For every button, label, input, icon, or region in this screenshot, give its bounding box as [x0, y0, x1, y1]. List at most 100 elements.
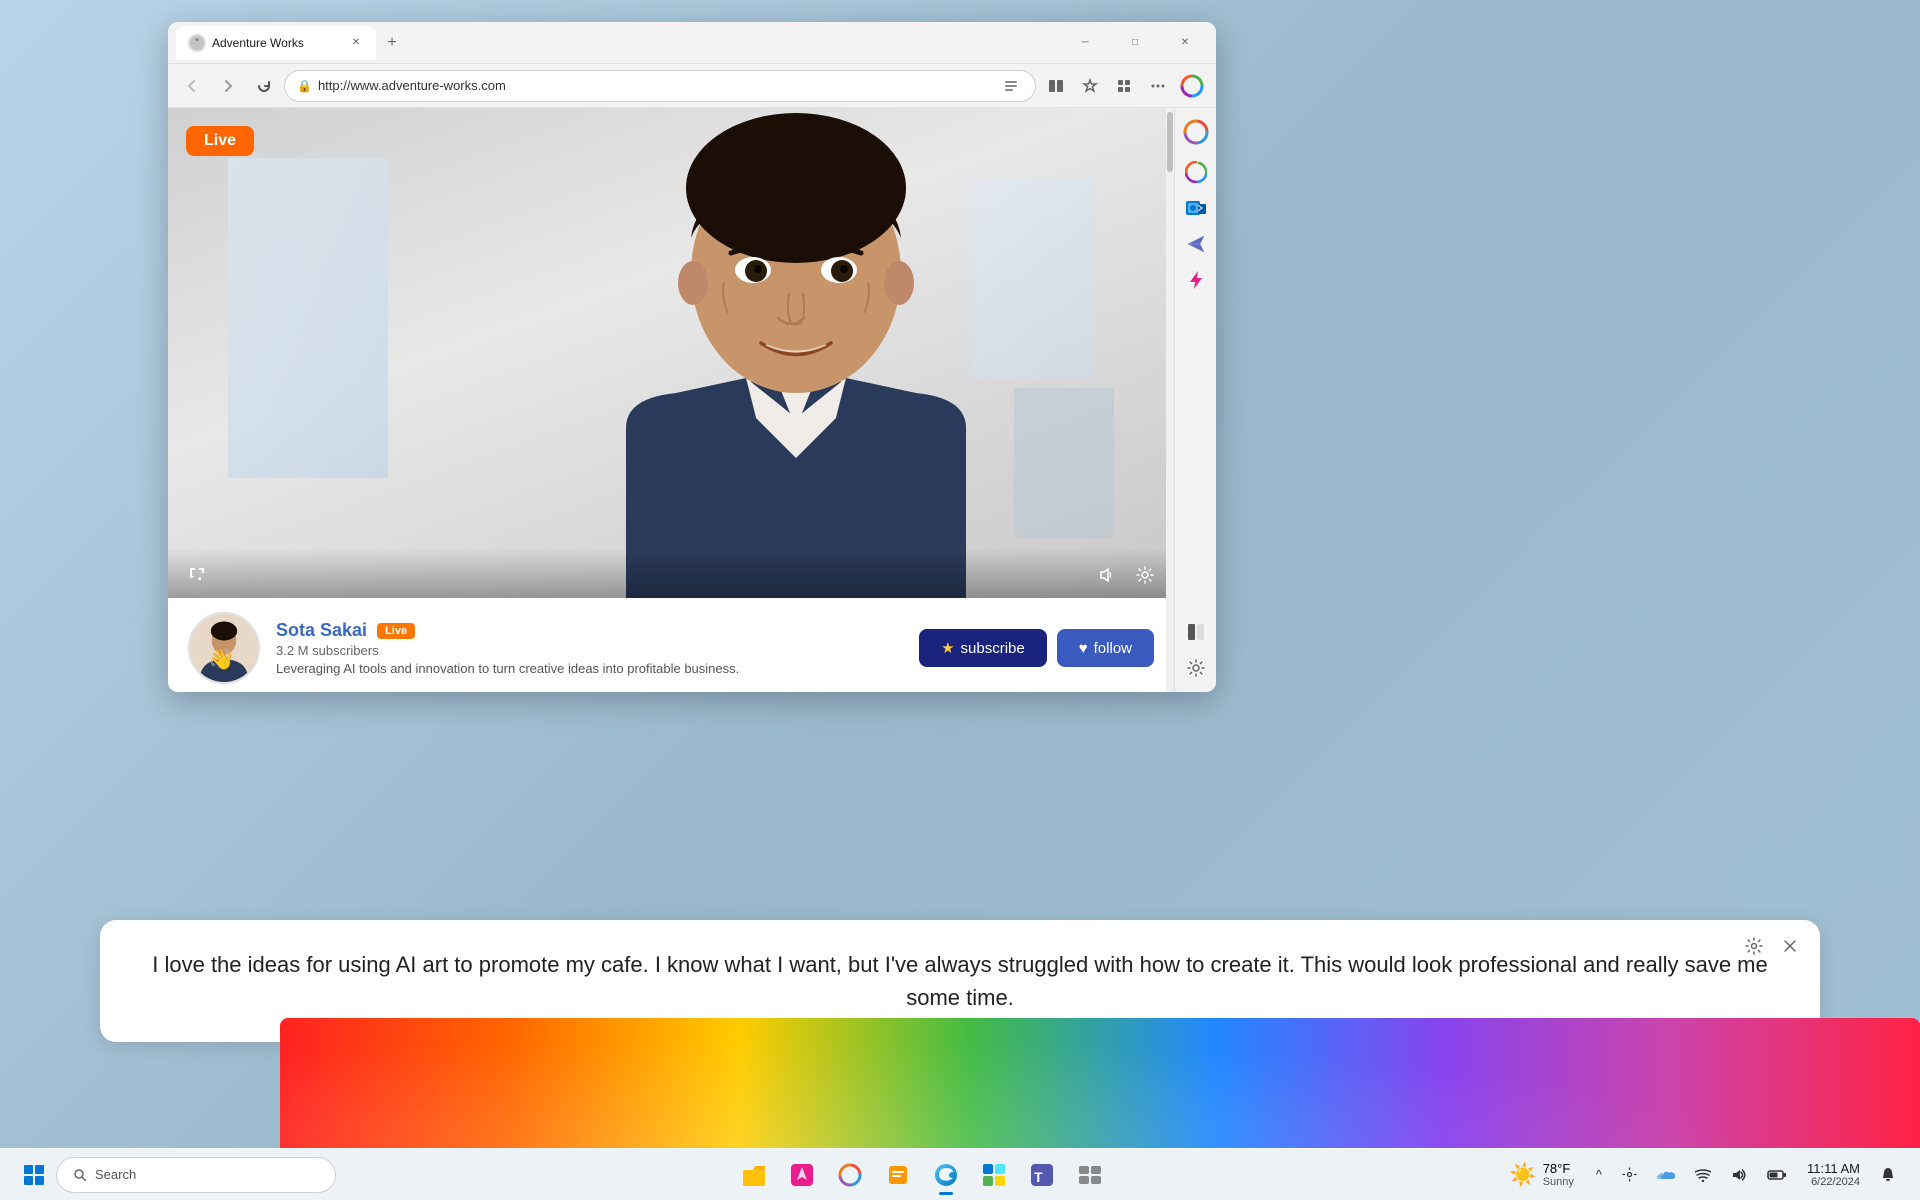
reader-view-button[interactable]: [999, 74, 1023, 98]
sound-icon: [1731, 1168, 1747, 1182]
onedrive-icon: [1657, 1169, 1675, 1181]
taskbar-file-explorer[interactable]: [732, 1153, 776, 1197]
wifi-button[interactable]: [1687, 1164, 1719, 1186]
follow-button[interactable]: ♥ follow: [1057, 629, 1154, 667]
sidebar-outlook-button[interactable]: [1180, 192, 1212, 224]
taskbar-taskview[interactable]: [1068, 1153, 1112, 1197]
sidebar-theme-button[interactable]: [1180, 616, 1212, 648]
system-icons[interactable]: ^: [1588, 1163, 1610, 1186]
taskbar-files[interactable]: [876, 1153, 920, 1197]
weather-widget[interactable]: ☀️ 78°F Sunny: [1499, 1157, 1584, 1192]
channel-description: Leveraging AI tools and innovation to tu…: [276, 661, 903, 676]
more-options-button[interactable]: [1142, 70, 1174, 102]
taskbar-settings-icon-btn[interactable]: [1614, 1163, 1645, 1186]
collections-icon: [1116, 78, 1132, 94]
weather-condition: Sunny: [1543, 1176, 1574, 1188]
expand-icon: [187, 565, 207, 585]
tab-favicon: [188, 34, 206, 52]
files-icon: [885, 1162, 911, 1188]
forward-icon: [221, 79, 235, 93]
favorites-button[interactable]: [1074, 70, 1106, 102]
teams-icon: T: [1029, 1162, 1055, 1188]
notification-button[interactable]: [1872, 1159, 1904, 1191]
taskbar-store[interactable]: [972, 1153, 1016, 1197]
chat-close-icon: [1782, 938, 1798, 954]
window-controls: ─ □ ✕: [1062, 27, 1208, 59]
expand-button[interactable]: [182, 560, 212, 590]
edge-icon: [933, 1162, 959, 1188]
scrollbar-thumb[interactable]: [1167, 112, 1173, 172]
sidebar-lightning-button[interactable]: [1180, 264, 1212, 296]
taskbar-search-icon: [73, 1168, 87, 1182]
sidebar-send-button[interactable]: [1180, 228, 1212, 260]
sidebar-bing-button[interactable]: [1180, 156, 1212, 188]
sidebar-settings-button[interactable]: [1180, 652, 1212, 684]
settings-video-button[interactable]: [1130, 560, 1160, 590]
address-bar[interactable]: 🔒 http://www.adventure-works.com: [284, 70, 1036, 102]
browser-sidebar: [1174, 108, 1216, 692]
start-button[interactable]: [16, 1157, 52, 1193]
sidebar-settings-icon: [1186, 658, 1206, 678]
taskbar-search-text: Search: [95, 1167, 136, 1182]
taskbar-edge[interactable]: [924, 1153, 968, 1197]
back-icon: [185, 79, 199, 93]
active-tab[interactable]: Adventure Works ✕: [176, 26, 376, 60]
chat-settings-button[interactable]: [1740, 932, 1768, 960]
taskbar-search[interactable]: Search: [56, 1157, 336, 1193]
subscriber-count: 3.2 M subscribers: [276, 643, 903, 658]
taskbar-copilot[interactable]: [828, 1153, 872, 1197]
battery-button[interactable]: [1759, 1165, 1795, 1185]
copilot-button[interactable]: [1176, 70, 1208, 102]
chat-message: I love the ideas for using AI art to pro…: [152, 952, 1768, 1010]
person-svg: [546, 108, 1046, 598]
onedrive-button[interactable]: [1649, 1165, 1683, 1185]
reader-icon: [1004, 79, 1018, 93]
taskbar-clock[interactable]: 11:11 AM 6/22/2024: [1799, 1157, 1868, 1192]
weather-temp: 78°F: [1543, 1161, 1574, 1176]
file-explorer-icon: [741, 1162, 767, 1188]
taskbar-paint-app[interactable]: [780, 1153, 824, 1197]
tab-bar: Adventure Works ✕ +: [176, 26, 1058, 60]
channel-avatar: 👋: [188, 612, 260, 684]
sidebar-copilot-button[interactable]: [1180, 116, 1212, 148]
scrollbar[interactable]: [1166, 108, 1174, 692]
send-icon: [1185, 233, 1207, 255]
chat-settings-icon: [1745, 937, 1763, 955]
split-screen-icon: [1048, 78, 1064, 94]
chat-close-button[interactable]: [1776, 932, 1804, 960]
new-tab-button[interactable]: +: [378, 29, 406, 57]
taskbar-app-icons: T: [344, 1153, 1499, 1197]
taskbar-teams[interactable]: T: [1020, 1153, 1064, 1197]
collections-button[interactable]: [1108, 70, 1140, 102]
forward-button[interactable]: [212, 70, 244, 102]
url-text: http://www.adventure-works.com: [318, 78, 993, 93]
video-controls: [168, 548, 1174, 598]
volume-icon: [1097, 565, 1117, 585]
star-icon: ★: [941, 639, 954, 657]
navigation-bar: 🔒 http://www.adventure-works.com: [168, 64, 1216, 108]
back-button[interactable]: [176, 70, 208, 102]
weather-icon: ☀️: [1509, 1162, 1536, 1188]
subscribe-button[interactable]: ★ subscribe: [919, 629, 1047, 667]
channel-actions: ★ subscribe ♥ follow: [919, 629, 1154, 667]
close-button[interactable]: ✕: [1162, 27, 1208, 59]
minimize-button[interactable]: ─: [1062, 27, 1108, 59]
channel-details: Sota Sakai Live 3.2 M subscribers Levera…: [276, 620, 903, 676]
video-section: Live: [168, 108, 1174, 598]
refresh-button[interactable]: [248, 70, 280, 102]
theme-icon: [1186, 622, 1206, 642]
channel-name: Sota Sakai: [276, 620, 367, 641]
live-badge: Live: [186, 126, 254, 156]
taskview-icon: [1077, 1162, 1103, 1188]
lightning-icon: [1185, 269, 1207, 291]
overflow-icon[interactable]: ^: [1596, 1167, 1602, 1182]
split-screen-button[interactable]: [1040, 70, 1072, 102]
favorites-icon: [1082, 78, 1098, 94]
address-bar-actions: [999, 74, 1023, 98]
sound-button[interactable]: [1723, 1164, 1755, 1186]
security-icon: 🔒: [297, 79, 312, 93]
maximize-button[interactable]: □: [1112, 27, 1158, 59]
refresh-icon: [257, 79, 271, 93]
tab-close-button[interactable]: ✕: [348, 35, 364, 51]
volume-button[interactable]: [1092, 560, 1122, 590]
